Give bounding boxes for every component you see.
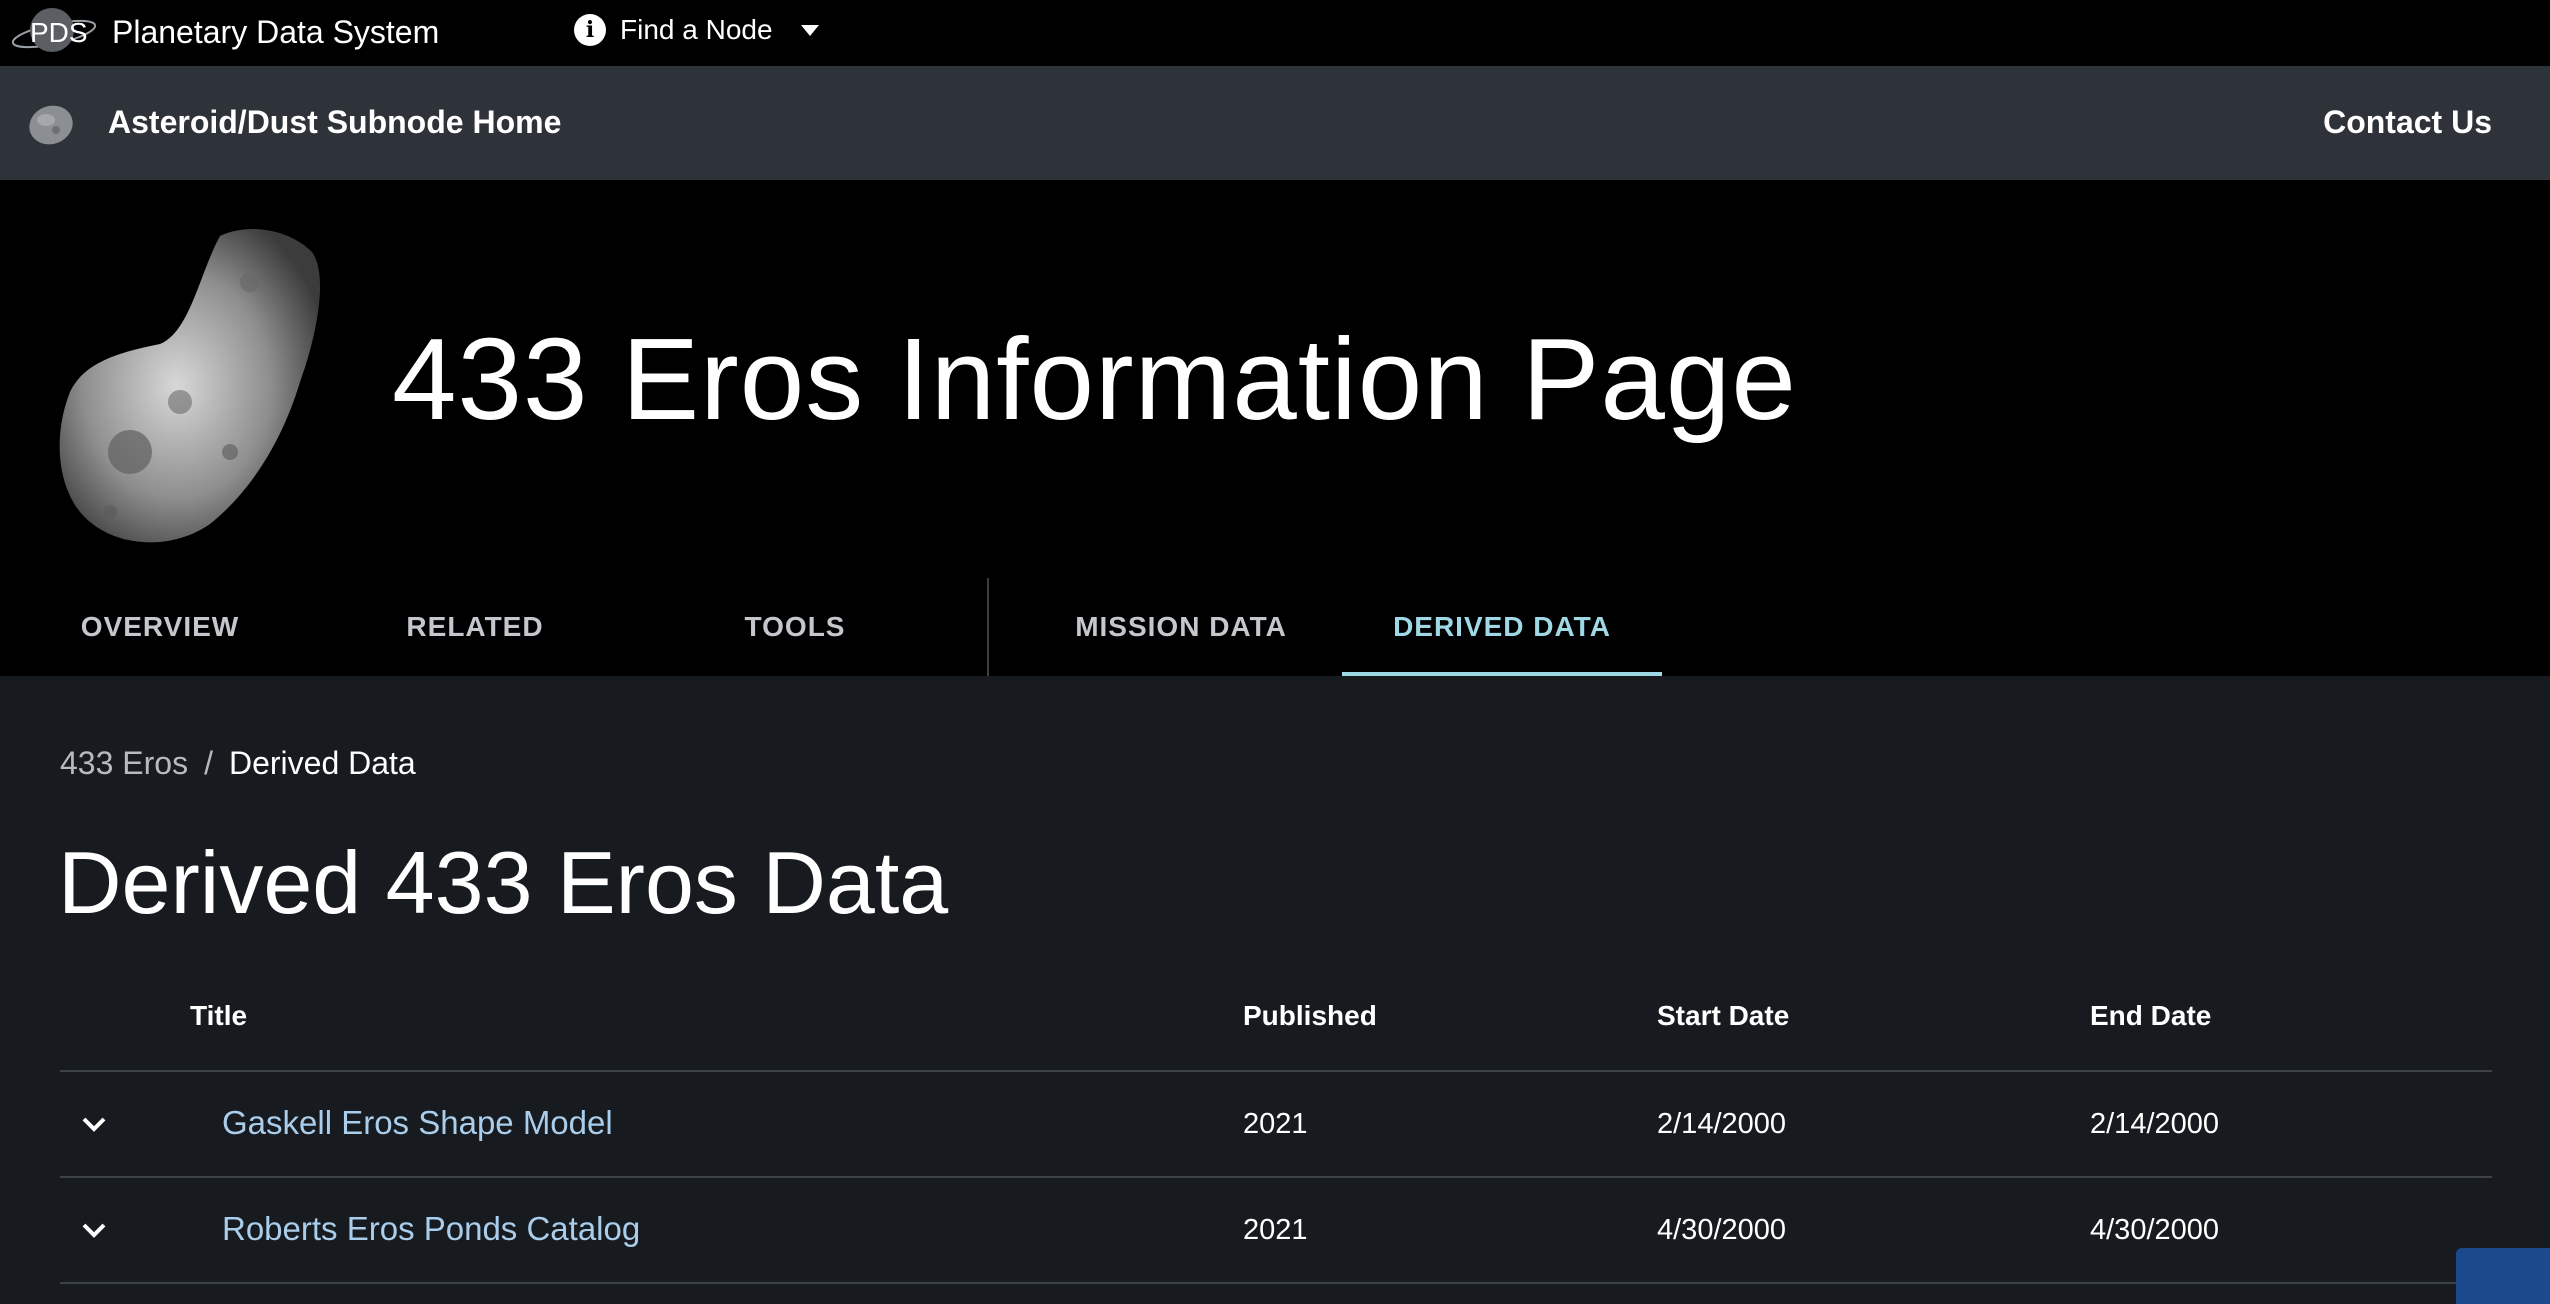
column-header-published[interactable]: Published	[1243, 1000, 1377, 1032]
tab-label: MISSION DATA	[1075, 611, 1287, 642]
eros-asteroid-image	[59, 229, 321, 543]
tab-related[interactable]: RELATED	[315, 578, 635, 676]
tab-derived-data[interactable]: DERIVED DATA	[1342, 578, 1662, 676]
breadcrumb: 433 Eros / Derived Data	[60, 745, 416, 782]
end-date-cell: 4/30/2000	[2090, 1214, 2220, 1246]
column-header-start-date[interactable]: Start Date	[1657, 1000, 1789, 1032]
chevron-down-icon[interactable]	[76, 1106, 112, 1142]
published-cell: 2021	[1243, 1214, 1308, 1246]
derived-data-table: Title Published Start Date End Date Gask…	[60, 980, 2492, 1284]
pds-logo[interactable]: PDS	[8, 4, 100, 60]
column-header-title[interactable]: Title	[190, 1000, 247, 1032]
page-title: 433 Eros Information Page	[392, 314, 1797, 444]
subnode-home-link[interactable]: Asteroid/Dust Subnode Home	[108, 104, 561, 141]
find-a-node-label: Find a Node	[620, 14, 773, 45]
published-cell: 2021	[1243, 1108, 1308, 1140]
site-title[interactable]: Planetary Data System	[112, 14, 439, 51]
caret-down-icon	[800, 24, 819, 36]
table-row: Roberts Eros Ponds Catalog 2021 4/30/200…	[60, 1178, 2492, 1284]
column-header-end-date[interactable]: End Date	[2090, 1000, 2211, 1032]
start-date-cell: 4/30/2000	[1657, 1214, 1787, 1246]
breadcrumb-separator: /	[204, 745, 213, 781]
svg-text:PDS: PDS	[30, 17, 88, 48]
top-bar: PDS Planetary Data System i Find a Node	[0, 0, 2550, 66]
breadcrumb-parent-link[interactable]: 433 Eros	[60, 745, 188, 782]
dataset-title-link[interactable]: Gaskell Eros Shape Model	[222, 1104, 613, 1142]
table-header: Title Published Start Date End Date	[60, 980, 2492, 1072]
asteroid-subnode-icon[interactable]	[26, 100, 76, 150]
dataset-title-link[interactable]: Roberts Eros Ponds Catalog	[222, 1210, 640, 1248]
feedback-tab[interactable]	[2456, 1248, 2550, 1304]
end-date-cell: 2/14/2000	[2090, 1108, 2220, 1140]
tab-mission-data[interactable]: MISSION DATA	[1021, 578, 1341, 676]
contact-us-link[interactable]: Contact Us	[2323, 104, 2492, 141]
breadcrumb-current: Derived Data	[228, 745, 416, 781]
info-icon: i	[574, 14, 606, 46]
section-heading: Derived 433 Eros Data	[58, 833, 949, 932]
table-row: Gaskell Eros Shape Model 2021 2/14/2000 …	[60, 1072, 2492, 1178]
tab-label: RELATED	[406, 611, 544, 642]
find-a-node-dropdown[interactable]: i Find a Node	[574, 14, 819, 46]
tab-label: OVERVIEW	[80, 611, 240, 642]
tab-bar: OVERVIEW RELATED TOOLS MISSION DATA DERI…	[0, 578, 1700, 676]
tab-tools[interactable]: TOOLS	[635, 578, 955, 676]
tab-label: TOOLS	[744, 611, 846, 642]
tab-divider	[987, 578, 989, 676]
tab-label: DERIVED DATA	[1393, 611, 1611, 642]
start-date-cell: 2/14/2000	[1657, 1108, 1787, 1140]
tab-overview[interactable]: OVERVIEW	[0, 578, 320, 676]
chevron-down-icon[interactable]	[76, 1212, 112, 1248]
